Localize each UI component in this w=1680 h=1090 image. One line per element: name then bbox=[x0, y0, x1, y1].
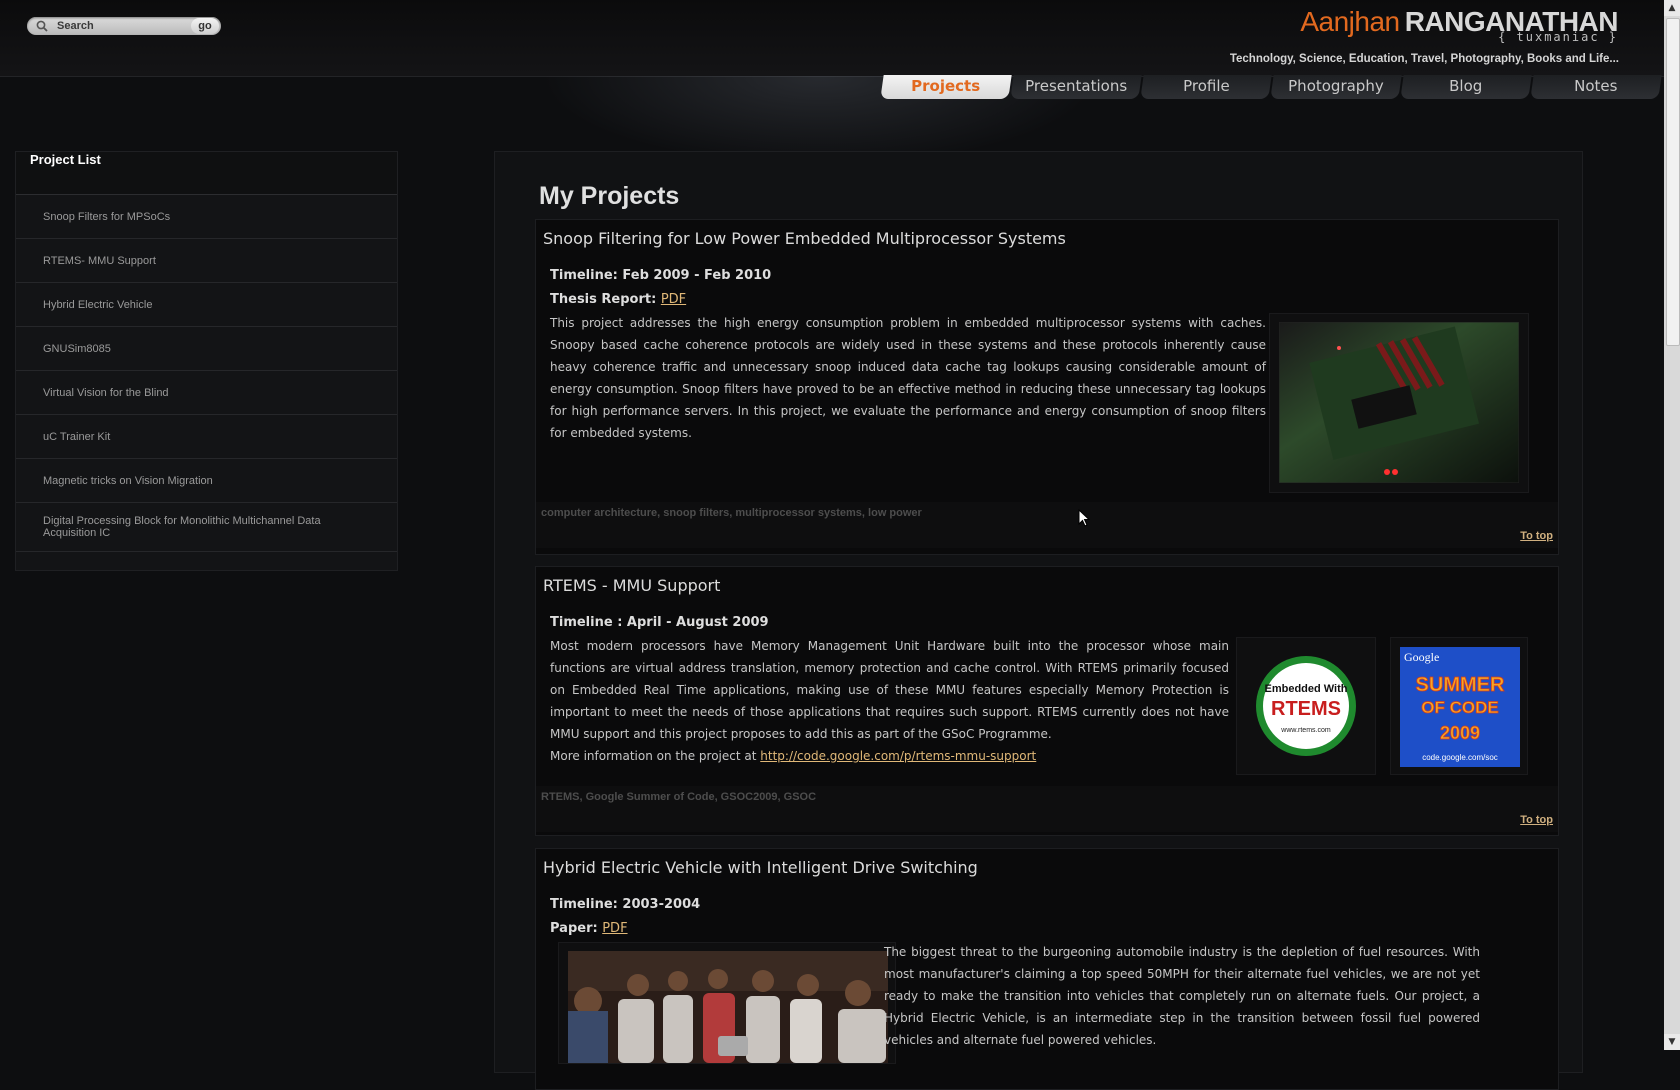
project-timeline: Timeline: 2003-2004 bbox=[550, 897, 701, 912]
more-info-label: More information on the project at bbox=[550, 749, 757, 763]
scrollbar-thumb[interactable] bbox=[1666, 18, 1680, 346]
project-tags: RTEMS, Google Summer of Code, GSOC2009, … bbox=[541, 791, 817, 803]
scroll-up-arrow-icon[interactable]: ▲ bbox=[1664, 0, 1680, 16]
report-label: Thesis Report: bbox=[550, 292, 657, 307]
project-report: Paper: PDF bbox=[550, 921, 628, 936]
sidebar-item-hybrid-vehicle[interactable]: Hybrid Electric Vehicle bbox=[16, 283, 397, 327]
to-top-link[interactable]: To top bbox=[1520, 530, 1553, 542]
main-content: My Projects Snoop Filtering for Low Powe… bbox=[494, 151, 1583, 1090]
project-list-sidebar: Project List Snoop Filters for MPSoCs RT… bbox=[15, 151, 398, 571]
brand-nickname: { tuxmaniac } bbox=[1498, 30, 1618, 44]
gsoc-logo-line1: SUMMER bbox=[1416, 674, 1505, 696]
search-box: go bbox=[27, 17, 221, 35]
search-icon bbox=[36, 20, 48, 32]
sidebar-item-uc-trainer-kit[interactable]: uC Trainer Kit bbox=[16, 415, 397, 459]
sidebar-item-snoop-filters[interactable]: Snoop Filters for MPSoCs bbox=[16, 195, 397, 239]
tab-presentations[interactable]: Presentations bbox=[1010, 75, 1142, 99]
project-url-link[interactable]: http://code.google.com/p/rtems-mmu-suppo… bbox=[760, 749, 1036, 763]
tab-blog[interactable]: Blog bbox=[1400, 75, 1532, 99]
to-top-link[interactable]: To top bbox=[1520, 814, 1553, 826]
page-title: My Projects bbox=[539, 182, 680, 210]
project-tags: computer architecture, snoop filters, mu… bbox=[541, 507, 922, 519]
tab-projects[interactable]: Projects bbox=[880, 75, 1012, 99]
sidebar-item-rtems-mmu[interactable]: RTEMS- MMU Support bbox=[16, 239, 397, 283]
sidebar-item-gnusim8085[interactable]: GNUSim8085 bbox=[16, 327, 397, 371]
circuit-board-photo bbox=[1279, 322, 1519, 483]
sidebar-title: Project List bbox=[16, 152, 397, 195]
rtems-logo-url: www.rtems.com bbox=[1280, 727, 1331, 734]
project-report: Thesis Report: PDF bbox=[550, 292, 686, 307]
project-timeline: Timeline : April - August 2009 bbox=[550, 615, 769, 630]
page-scrollbar[interactable]: ▲ ▼ bbox=[1664, 0, 1680, 1050]
sidebar-item-virtual-vision[interactable]: Virtual Vision for the Blind bbox=[16, 371, 397, 415]
rtems-logo-frame: Embedded With RTEMS www.rtems.com bbox=[1236, 637, 1376, 775]
search-input[interactable] bbox=[57, 18, 207, 34]
project-description: This project addresses the high energy c… bbox=[550, 316, 1266, 440]
project-timeline: Timeline: Feb 2009 - Feb 2010 bbox=[550, 268, 772, 283]
project-card-hybrid-vehicle: Hybrid Electric Vehicle with Intelligent… bbox=[535, 848, 1559, 1090]
description-text: Most modern processors have Memory Manag… bbox=[550, 639, 1229, 741]
project-title: Hybrid Electric Vehicle with Intelligent… bbox=[543, 858, 978, 877]
paper-pdf-link[interactable]: PDF bbox=[602, 921, 627, 936]
sidebar-item-digital-processing-block[interactable]: Digital Processing Block for Monolithic … bbox=[16, 503, 397, 552]
tab-photography[interactable]: Photography bbox=[1270, 75, 1402, 99]
project-card-rtems: RTEMS - MMU Support Timeline : April - A… bbox=[535, 566, 1559, 836]
tab-profile[interactable]: Profile bbox=[1140, 75, 1272, 99]
gsoc-logo-brand: Google bbox=[1404, 650, 1439, 664]
project-image-frame bbox=[1269, 313, 1529, 493]
gsoc-logo-line2: OF CODE bbox=[1421, 698, 1498, 717]
mouse-cursor-icon bbox=[1078, 509, 1090, 527]
project-title: RTEMS - MMU Support bbox=[543, 576, 721, 595]
project-card-snoop: Snoop Filtering for Low Power Embedded M… bbox=[535, 219, 1559, 555]
project-description: The biggest threat to the burgeoning aut… bbox=[884, 945, 1480, 1047]
search-go-button[interactable]: go bbox=[191, 18, 219, 34]
sidebar-item-magnetic-tricks[interactable]: Magnetic tricks on Vision Migration bbox=[16, 459, 397, 503]
rtems-logo: Embedded With RTEMS www.rtems.com bbox=[1256, 656, 1356, 756]
gsoc-2009-logo: Google SUMMER OF CODE 2009 code.google.c… bbox=[1400, 647, 1520, 767]
gsoc-logo-frame: Google SUMMER OF CODE 2009 code.google.c… bbox=[1390, 637, 1528, 775]
tab-notes[interactable]: Notes bbox=[1530, 75, 1662, 99]
site-header: go Aanjhan RANGANATHAN { tuxmaniac } Tec… bbox=[0, 0, 1664, 77]
project-title: Snoop Filtering for Low Power Embedded M… bbox=[543, 229, 1066, 248]
project-image-frame bbox=[558, 942, 896, 1064]
project-tag-bar: RTEMS, Google Summer of Code, GSOC2009, … bbox=[536, 786, 1558, 832]
team-photo bbox=[568, 951, 888, 1063]
gsoc-logo-url: code.google.com/soc bbox=[1422, 753, 1498, 762]
report-label: Paper: bbox=[550, 921, 598, 936]
site-tagline: Technology, Science, Education, Travel, … bbox=[1229, 53, 1619, 65]
project-tag-bar: computer architecture, snoop filters, mu… bbox=[536, 502, 1558, 548]
scroll-down-arrow-icon[interactable]: ▼ bbox=[1664, 1034, 1680, 1050]
gsoc-logo-year: 2009 bbox=[1440, 723, 1480, 743]
project-description: Most modern processors have Memory Manag… bbox=[550, 635, 1229, 767]
rtems-logo-line1: Embedded With bbox=[1264, 683, 1347, 695]
thesis-pdf-link[interactable]: PDF bbox=[661, 292, 686, 307]
rtems-logo-line2: RTEMS bbox=[1271, 698, 1341, 720]
brand-first-name: Aanjhan bbox=[1300, 6, 1400, 37]
